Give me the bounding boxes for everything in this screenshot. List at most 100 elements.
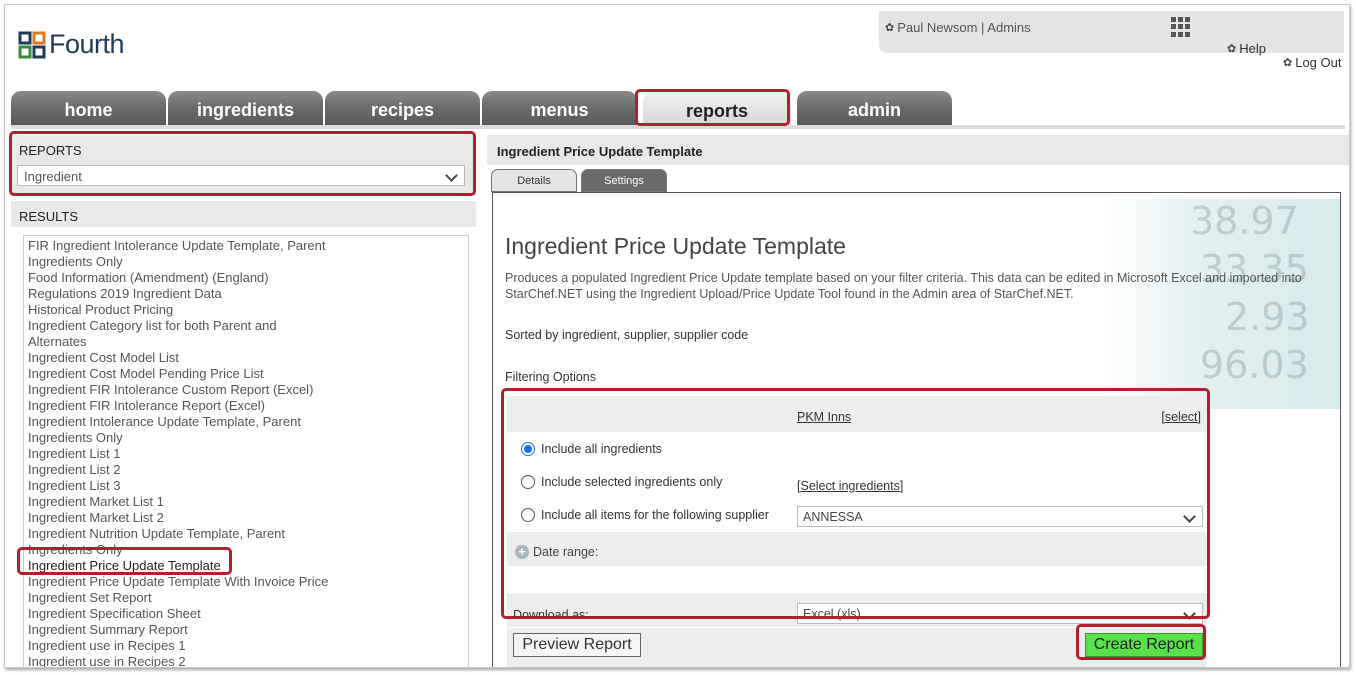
select-site-label: select	[1164, 410, 1198, 424]
list-item[interactable]: Ingredient Market List 2	[24, 510, 468, 526]
expand-plus-icon: +	[515, 545, 529, 559]
list-item[interactable]: Ingredient Category list for both Parent…	[24, 318, 468, 334]
include-selected-label: Include selected ingredients only	[541, 475, 723, 489]
include-supplier-radio[interactable]	[521, 508, 535, 522]
tab-menus[interactable]: menus	[482, 91, 637, 125]
list-item[interactable]: Ingredient use in Recipes 2	[24, 654, 468, 667]
logout-label: Log Out	[1295, 55, 1342, 70]
include-selected-option[interactable]: Include selected ingredients only	[521, 475, 722, 489]
site-name[interactable]: PKM Inns	[797, 410, 851, 424]
list-item[interactable]: Ingredient Cost Model List	[24, 350, 468, 366]
tab-home[interactable]: home	[11, 91, 166, 125]
left-panel: REPORTS Ingredient RESULTS FIR Ingredien…	[11, 135, 476, 667]
date-range-toggle[interactable]: + Date range:	[515, 545, 598, 559]
list-item[interactable]: Ingredients Only	[24, 254, 468, 270]
download-format-select[interactable]: Excel (xls)	[797, 603, 1203, 624]
sort-info: Sorted by ingredient, supplier, supplier…	[505, 328, 749, 342]
list-item[interactable]: Ingredient Price Update Template With In…	[24, 574, 468, 590]
date-range-label: Date range:	[533, 545, 599, 559]
tab-settings[interactable]: Settings	[581, 169, 667, 192]
fourth-logo[interactable]: Fourth	[17, 29, 125, 60]
list-item[interactable]: Ingredient Cost Model Pending Price List	[24, 366, 468, 382]
results-section-header: RESULTS	[11, 201, 476, 227]
user-panel: ✿ Paul Newsom | Admins ✿ Help	[879, 11, 1344, 56]
help-link[interactable]: ✿ Help	[1227, 41, 1266, 56]
include-supplier-label: Include all items for the following supp…	[541, 508, 769, 522]
supplier-select[interactable]: ANNESSA	[797, 506, 1203, 527]
results-list[interactable]: FIR Ingredient Intolerance Update Templa…	[23, 235, 469, 667]
list-item[interactable]: Ingredient FIR Intolerance Custom Report…	[24, 382, 468, 398]
list-item[interactable]: Ingredient Summary Report	[24, 622, 468, 638]
apps-grid-icon[interactable]	[1171, 17, 1191, 37]
list-item[interactable]: Food Information (Amendment) (England)	[24, 270, 468, 286]
list-item[interactable]: Regulations 2019 Ingredient Data	[24, 286, 468, 302]
list-item[interactable]: Alternates	[24, 334, 468, 350]
user-label: Paul Newsom | Admins	[897, 20, 1031, 35]
reports-section: REPORTS Ingredient	[11, 135, 476, 195]
ticker-background: 38.97 33.35 2.93 96.03	[1100, 199, 1340, 409]
reports-heading: REPORTS	[19, 143, 82, 158]
list-item[interactable]: FIR Ingredient Intolerance Update Templa…	[24, 238, 468, 254]
preview-report-button[interactable]: Preview Report	[513, 633, 641, 657]
include-supplier-option[interactable]: Include all items for the following supp…	[521, 508, 769, 522]
logout-link[interactable]: ✿ Log Out	[1283, 55, 1341, 70]
list-item[interactable]: Ingredient Specification Sheet	[24, 606, 468, 622]
help-flower-icon: ✿	[1227, 43, 1237, 55]
list-item[interactable]: Ingredient Set Report	[24, 590, 468, 606]
report-title: Ingredient Price Update Template	[505, 233, 846, 259]
include-all-option[interactable]: Include all ingredients	[521, 442, 662, 456]
tab-ingredients[interactable]: ingredients	[168, 91, 323, 125]
select-ingredients-link[interactable]: [Select ingredients]	[797, 479, 903, 493]
download-as-label: Download as:	[513, 608, 589, 622]
report-description: Produces a populated Ingredient Price Up…	[505, 271, 1302, 301]
create-report-button[interactable]: Create Report	[1085, 633, 1203, 657]
list-item-selected[interactable]: Ingredient Price Update Template	[24, 558, 468, 574]
list-item[interactable]: Ingredient Nutrition Update Template, Pa…	[24, 526, 468, 542]
site-row	[507, 396, 1207, 432]
reports-select[interactable]: Ingredient	[17, 165, 465, 186]
report-content: 38.97 33.35 2.93 96.03 Ingredient Price …	[492, 192, 1341, 667]
list-item[interactable]: Ingredient List 3	[24, 478, 468, 494]
help-label: Help	[1239, 41, 1266, 56]
filter-options-box: PKM Inns [select] Include all ingredient…	[507, 396, 1207, 627]
list-item[interactable]: Ingredient List 2	[24, 462, 468, 478]
user-info[interactable]: ✿ Paul Newsom | Admins	[885, 20, 1031, 35]
tab-reports[interactable]: reports	[643, 92, 791, 125]
include-all-radio[interactable]	[521, 442, 535, 456]
app-window: Fourth ✿ Paul Newsom | Admins ✿ Help ✿ L…	[4, 4, 1350, 668]
ticker-value: 96.03	[1200, 343, 1309, 387]
list-item[interactable]: Ingredient Intolerance Update Template, …	[24, 414, 468, 430]
tab-admin[interactable]: admin	[797, 91, 952, 125]
brand-name: Fourth	[49, 29, 125, 59]
action-buttons-row: Preview Report Create Report	[507, 628, 1207, 667]
list-item[interactable]: Ingredient use in Recipes 1	[24, 638, 468, 654]
supplier-value: ANNESSA	[803, 510, 863, 524]
include-selected-radio[interactable]	[521, 475, 535, 489]
list-item[interactable]: Historical Product Pricing	[24, 302, 468, 318]
user-flower-icon: ✿	[885, 22, 895, 34]
tab-details[interactable]: Details	[491, 169, 577, 192]
date-range-row	[507, 532, 1207, 566]
include-all-label: Include all ingredients	[541, 442, 662, 456]
select-site-link[interactable]: [select]	[1161, 410, 1201, 424]
ticker-value: 38.97	[1190, 199, 1299, 243]
list-item[interactable]: Ingredient List 1	[24, 446, 468, 462]
chevron-down-icon	[1183, 607, 1196, 620]
right-panel: Ingredient Price Update Template Details…	[487, 135, 1349, 667]
select-ingredients-label: Select ingredients	[800, 479, 900, 493]
fourth-logo-icon	[18, 31, 46, 58]
logout-flower-icon: ✿	[1283, 57, 1293, 69]
reports-select-value: Ingredient	[24, 169, 82, 184]
results-heading: RESULTS	[19, 209, 78, 224]
download-format-value: Excel (xls)	[803, 607, 861, 621]
chevron-down-icon	[1183, 510, 1196, 523]
report-header: Ingredient Price Update Template	[487, 135, 1349, 165]
list-item[interactable]: Ingredients Only	[24, 430, 468, 446]
list-item[interactable]: Ingredient FIR Intolerance Report (Excel…	[24, 398, 468, 414]
list-item[interactable]: Ingredient Market List 1	[24, 494, 468, 510]
tab-recipes[interactable]: recipes	[325, 91, 480, 125]
list-item[interactable]: Ingredients Only	[24, 542, 468, 558]
filtering-options-title: Filtering Options	[505, 370, 597, 384]
tab-strip-divider	[11, 125, 1345, 129]
chevron-down-icon	[445, 169, 458, 182]
